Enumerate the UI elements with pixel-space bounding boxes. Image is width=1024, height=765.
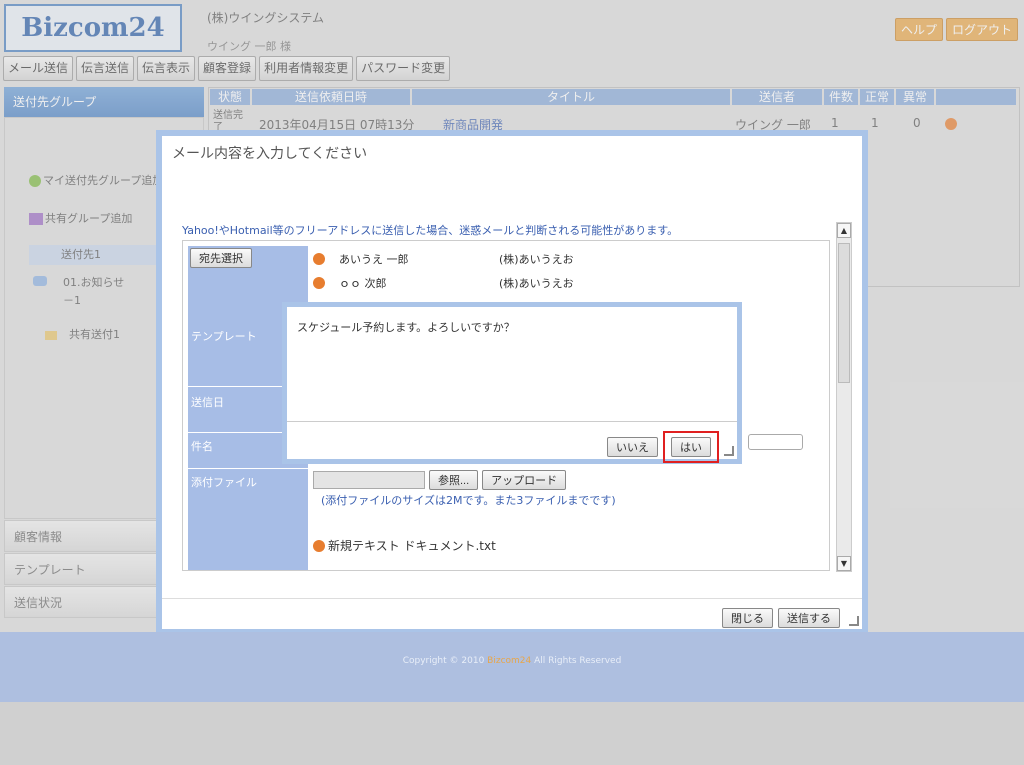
- free-address-warning: Yahoo!やHotmail等のフリーアドレスに送信した場合、迷惑メールと判断さ…: [182, 224, 679, 237]
- recipient-name: ｏｏ 次郎: [339, 277, 387, 290]
- copyright-suffix: All Rights Reserved: [534, 656, 622, 666]
- yes-button[interactable]: はい: [671, 437, 711, 457]
- modal-title: メール内容を入力してください: [172, 146, 368, 162]
- recipient-row: ｏｏ 次郎 (株)あいうえお: [313, 275, 574, 291]
- label-attach: 添付ファイル: [191, 476, 257, 489]
- copyright: Copyright © 2010 Bizcom24 All Rights Res…: [0, 632, 1024, 666]
- copyright-prefix: Copyright © 2010: [402, 656, 485, 666]
- modal-footer-buttons: 閉じる 送信する: [722, 608, 840, 628]
- attach-row: 参照... アップロード: [313, 470, 567, 490]
- confirm-divider: [287, 421, 737, 422]
- scroll-up-icon[interactable]: ▲: [837, 223, 851, 238]
- form-scrollbar[interactable]: ▲ ▼: [836, 222, 852, 572]
- attach-note: (添付ファイルのサイズは2Mです。また3ファイルまでです): [321, 494, 616, 507]
- remove-attachment-icon[interactable]: [313, 539, 325, 552]
- label-send-date: 送信日: [191, 396, 224, 409]
- attached-file-name: 新規テキスト ドキュメント.txt: [328, 539, 496, 553]
- resize-grip-icon[interactable]: [849, 616, 859, 626]
- page-footer: Copyright © 2010 Bizcom24 All Rights Res…: [0, 632, 1024, 702]
- recipient-row: あいうえ 一郎 (株)あいうえお: [313, 251, 574, 267]
- subject-input-tail[interactable]: [748, 434, 803, 450]
- confirm-dialog: スケジュール予約します。よろしいですか？ いいえ はい: [282, 302, 742, 464]
- select-recipient-button[interactable]: 宛先選択: [190, 248, 252, 268]
- copyright-brand: Bizcom24: [487, 656, 532, 666]
- close-button[interactable]: 閉じる: [722, 608, 773, 628]
- upload-button[interactable]: アップロード: [482, 470, 567, 490]
- modal-footer-divider: [162, 598, 862, 599]
- scroll-down-icon[interactable]: ▼: [837, 556, 851, 571]
- recipient-company: (株)あいうえお: [499, 253, 574, 266]
- label-subject: 件名: [191, 440, 213, 453]
- label-template: テンプレート: [191, 330, 257, 343]
- remove-recipient-icon[interactable]: [313, 253, 325, 265]
- form-divider: [188, 468, 308, 469]
- attach-file-input[interactable]: [313, 471, 425, 489]
- scroll-thumb[interactable]: [838, 243, 850, 383]
- no-button[interactable]: いいえ: [607, 437, 658, 457]
- recipient-name: あいうえ 一郎: [339, 253, 409, 266]
- confirm-buttons: いいえ はい: [607, 431, 719, 463]
- recipient-company: (株)あいうえお: [499, 277, 574, 290]
- resize-grip-icon[interactable]: [724, 446, 734, 456]
- yes-button-highlight: はい: [663, 431, 719, 463]
- send-button[interactable]: 送信する: [778, 608, 840, 628]
- browse-button[interactable]: 参照...: [429, 470, 479, 490]
- confirm-message: スケジュール予約します。よろしいですか？: [297, 321, 515, 334]
- attached-file-row: 新規テキスト ドキュメント.txt: [313, 537, 496, 554]
- remove-recipient-icon[interactable]: [313, 277, 325, 289]
